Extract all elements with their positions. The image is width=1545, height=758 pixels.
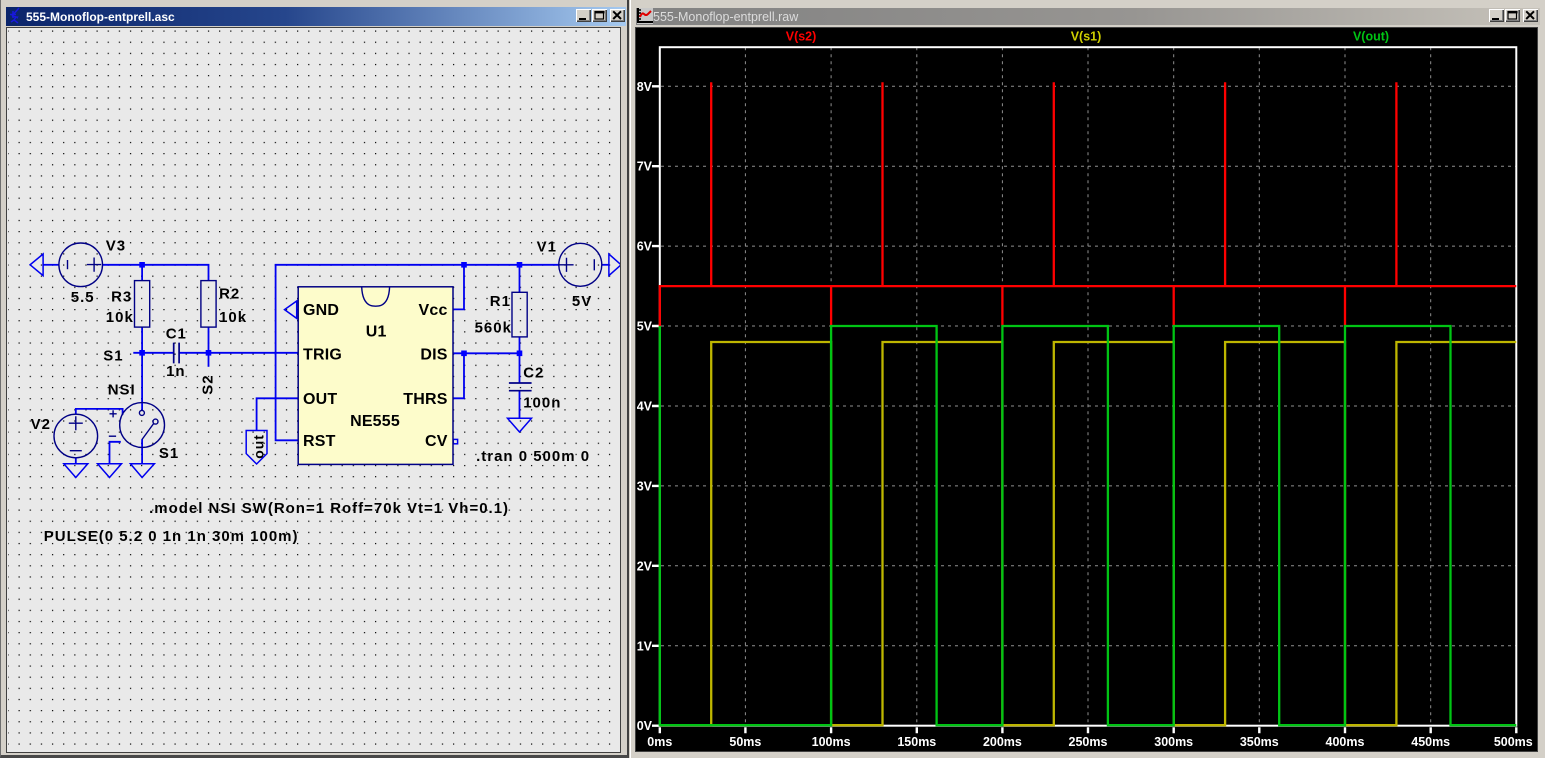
svg-text:4V: 4V <box>637 399 653 413</box>
svg-text:V(out): V(out) <box>1353 29 1389 43</box>
svg-text:R3: R3 <box>111 288 132 305</box>
svg-text:OUT: OUT <box>303 391 337 408</box>
svg-text:2V: 2V <box>637 559 653 573</box>
svg-text:5V: 5V <box>637 319 653 333</box>
svg-text:GND: GND <box>303 302 339 319</box>
svg-text:10k: 10k <box>219 309 247 326</box>
svg-text:R1: R1 <box>489 293 510 310</box>
svg-text:8V: 8V <box>637 80 653 94</box>
svg-text:300ms: 300ms <box>1154 735 1193 749</box>
svg-text:V3: V3 <box>105 237 125 254</box>
svg-text:400ms: 400ms <box>1326 735 1365 749</box>
svg-text:1n: 1n <box>166 363 186 380</box>
svg-text:10k: 10k <box>105 309 133 326</box>
svg-text:out: out <box>250 434 266 459</box>
svg-text:5V: 5V <box>572 293 592 310</box>
svg-text:250ms: 250ms <box>1069 735 1108 749</box>
svg-text:S2: S2 <box>199 375 216 395</box>
svg-text:0ms: 0ms <box>647 735 672 749</box>
svg-text:NSI: NSI <box>107 381 135 398</box>
svg-text:S1: S1 <box>103 347 123 364</box>
svg-text:C1: C1 <box>165 325 186 342</box>
svg-text:CV: CV <box>425 433 448 450</box>
svg-text:RST: RST <box>303 433 336 450</box>
svg-text:S1: S1 <box>159 445 179 462</box>
svg-text:V1: V1 <box>536 238 556 255</box>
svg-text:500ms: 500ms <box>1494 735 1533 749</box>
svg-text:PULSE(0 5.2 0 1n 1n 30m 100m): PULSE(0 5.2 0 1n 1n 30m 100m) <box>43 528 298 545</box>
svg-text:.model NSI SW(Ron=1 Roff=70k V: .model NSI SW(Ron=1 Roff=70k Vt=1 Vh=0.1… <box>149 500 509 517</box>
svg-text:C2: C2 <box>523 364 544 381</box>
svg-text:THRS: THRS <box>403 391 447 408</box>
svg-text:3V: 3V <box>637 479 653 493</box>
svg-text:U1: U1 <box>365 324 386 341</box>
svg-text:TRIG: TRIG <box>303 347 342 364</box>
svg-text:5.5: 5.5 <box>70 289 94 306</box>
svg-text:450ms: 450ms <box>1411 735 1450 749</box>
svg-text:50ms: 50ms <box>729 735 761 749</box>
svg-text:350ms: 350ms <box>1240 735 1279 749</box>
svg-text:200ms: 200ms <box>983 735 1022 749</box>
svg-text:6V: 6V <box>637 239 653 253</box>
svg-text:NE555: NE555 <box>350 413 400 430</box>
svg-text:100ms: 100ms <box>812 735 851 749</box>
svg-text:7V: 7V <box>637 159 653 173</box>
svg-text:100n: 100n <box>523 394 561 411</box>
svg-text:V(s1): V(s1) <box>1071 29 1102 43</box>
svg-text:V2: V2 <box>30 416 50 433</box>
svg-text:560k: 560k <box>474 319 511 336</box>
svg-text:Vcc: Vcc <box>418 302 447 319</box>
svg-text:R2: R2 <box>219 285 240 302</box>
svg-text:150ms: 150ms <box>897 735 936 749</box>
svg-text:.tran 0 500m 0: .tran 0 500m 0 <box>476 448 590 465</box>
svg-text:V(s2): V(s2) <box>786 29 817 43</box>
svg-text:0V: 0V <box>637 719 653 733</box>
svg-text:DIS: DIS <box>420 347 447 364</box>
svg-text:1V: 1V <box>637 639 653 653</box>
